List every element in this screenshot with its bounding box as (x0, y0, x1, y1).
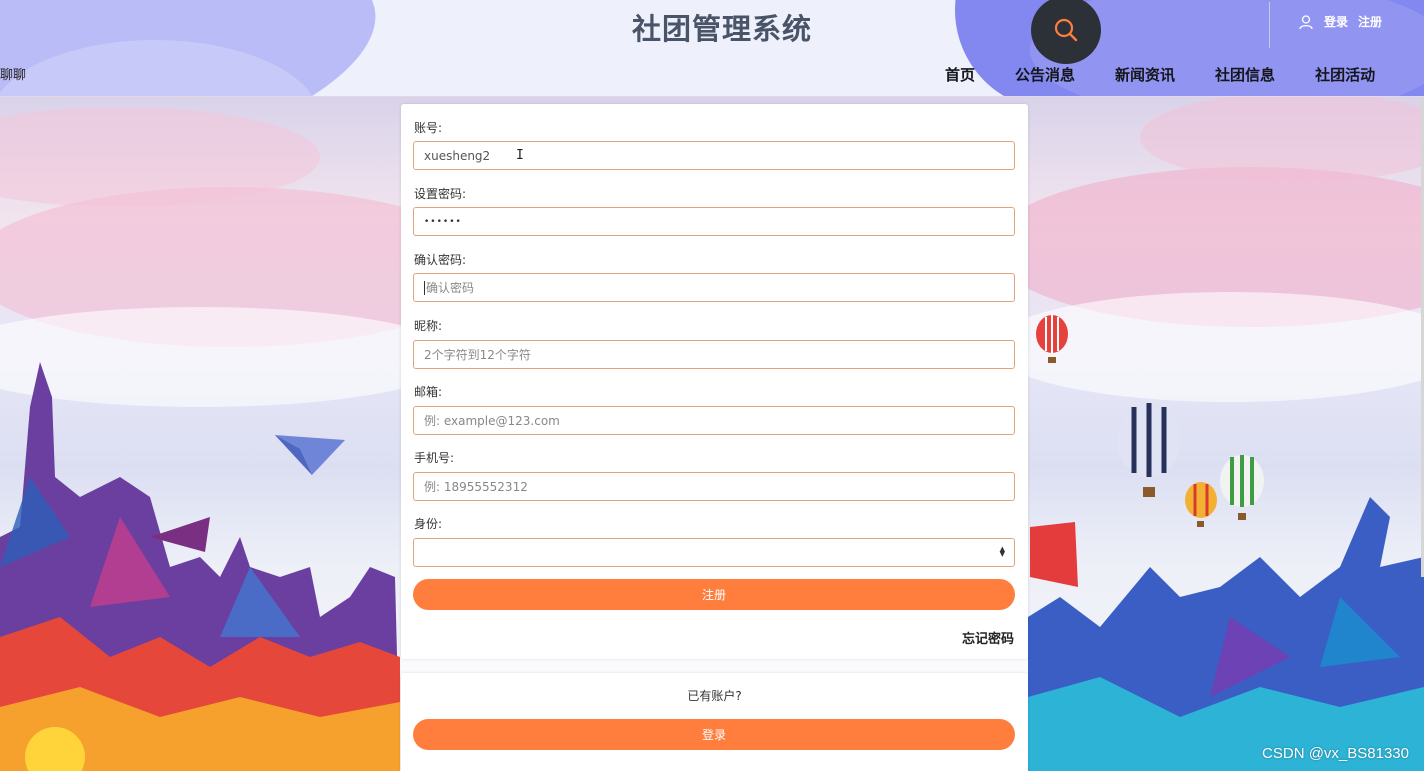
phone-input[interactable]: 例: 18955552312 (413, 472, 1015, 501)
have-account-text: 已有账户? (687, 689, 742, 703)
nav-item-news[interactable]: 新闻资讯 (1115, 64, 1175, 85)
identity-select[interactable]: ▲ ▼ (413, 538, 1015, 567)
confirm-password-label: 确认密码: (414, 253, 467, 267)
confirm-password-placeholder: 确认密码 (426, 281, 475, 295)
nav-item-home[interactable]: 首页 (945, 64, 975, 85)
identity-label: 身份: (414, 517, 443, 531)
header-register-link[interactable]: 注册 (1358, 13, 1382, 30)
crowd-right (1028, 497, 1424, 771)
confirm-password-input[interactable]: 确认密码 (413, 273, 1015, 302)
site-title: 社团管理系统 (631, 12, 812, 46)
header-login-link[interactable]: 登录 (1324, 13, 1348, 30)
left-text-fragment: 聊聊 (0, 68, 27, 83)
account-input[interactable]: xuesheng2 I (413, 141, 1015, 170)
phone-label: 手机号: (414, 451, 455, 465)
select-arrows-icon: ▲ ▼ (999, 545, 1005, 558)
password-value: •••••• (424, 216, 462, 227)
main-nav: 首页 公告消息 新闻资讯 社团信息 社团活动 (945, 64, 1375, 85)
password-label: 设置密码: (414, 187, 467, 201)
nav-item-announcements[interactable]: 公告消息 (1015, 64, 1075, 85)
email-placeholder: 例: example@123.com (424, 414, 560, 428)
password-input[interactable]: •••••• (413, 207, 1015, 236)
account-value: xuesheng2 (424, 148, 491, 163)
balloon-3 (1185, 482, 1217, 527)
nickname-label: 昵称: (414, 319, 443, 333)
header-divider (1269, 2, 1270, 48)
forgot-password-link[interactable]: 忘记密码 (962, 628, 1014, 647)
site-header: 聊聊 社团管理系统 登录 注册 首页 公告消息 新闻资讯 社团信息 社团活动 (0, 0, 1424, 97)
nickname-input[interactable]: 2个字符到12个字符 (413, 340, 1015, 369)
watermark: CSDN @vx_BS81330 (1262, 745, 1409, 762)
search-icon (1054, 18, 1078, 42)
login-panel: 已有账户? 登录 (401, 673, 1028, 771)
login-button[interactable]: 登录 (413, 719, 1015, 750)
email-label: 邮箱: (414, 385, 443, 399)
crowd-left (0, 362, 400, 771)
text-cursor-icon: I (516, 148, 524, 163)
email-input[interactable]: 例: example@123.com (413, 406, 1015, 435)
balloon-2 (1117, 403, 1181, 497)
input-caret (424, 280, 425, 295)
auth-links: 登录 注册 (1298, 13, 1382, 30)
nav-item-activities[interactable]: 社团活动 (1315, 64, 1375, 85)
register-form-card: 账号: xuesheng2 I 设置密码: •••••• 确认密码: 确认密码 … (401, 104, 1028, 659)
balloon-4 (1220, 455, 1264, 520)
phone-placeholder: 例: 18955552312 (424, 480, 528, 494)
register-button[interactable]: 注册 (413, 579, 1015, 610)
nickname-placeholder: 2个字符到12个字符 (424, 348, 531, 362)
user-icon (1299, 14, 1313, 29)
account-label: 账号: (414, 121, 443, 135)
nav-item-clubs[interactable]: 社团信息 (1215, 64, 1275, 85)
